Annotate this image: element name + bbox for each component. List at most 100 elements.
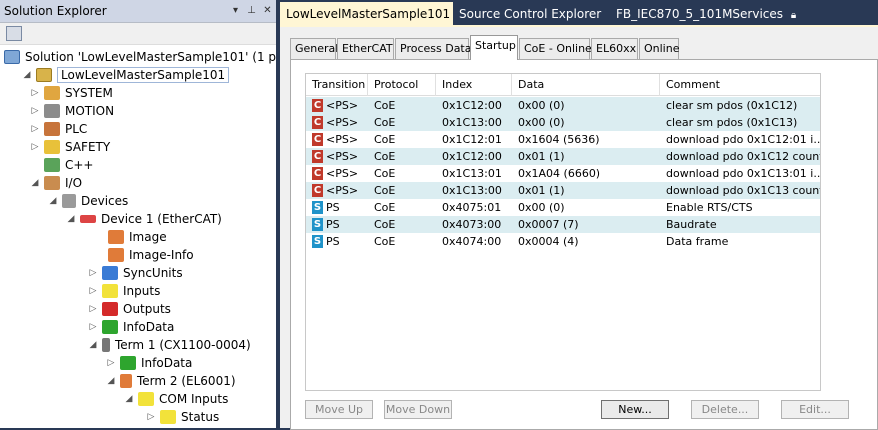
collapsed-arrow-icon[interactable]: ▷ — [88, 286, 98, 296]
tab-ethercat[interactable]: EtherCAT — [337, 38, 394, 59]
tab-startup[interactable]: Startup — [470, 35, 518, 60]
expanded-arrow-icon[interactable]: ◢ — [30, 178, 40, 188]
tree-node-infodata[interactable]: ▷ InfoData — [88, 318, 174, 336]
tab-process-data[interactable]: Process Data — [395, 38, 472, 59]
collapsed-arrow-icon[interactable]: ▷ — [30, 124, 40, 134]
move-up-button[interactable]: Move Up — [305, 400, 373, 419]
tree-node-safety[interactable]: ▷ SAFETY — [30, 138, 110, 156]
tree-node-outputs[interactable]: ▷ Outputs — [88, 300, 171, 318]
terminal-icon — [120, 374, 132, 388]
delete-button[interactable]: Delete... — [691, 400, 759, 419]
expanded-arrow-icon[interactable]: ◢ — [22, 70, 32, 80]
tab-label: General — [295, 42, 339, 55]
cell-index: 0x1C12:01 — [442, 133, 502, 146]
tree-node-com-inputs[interactable]: ◢ COM Inputs — [124, 390, 228, 408]
startup-list[interactable]: Transition Protocol Index Data Comment C… — [305, 73, 821, 391]
tree-node-inputs[interactable]: ▷ Inputs — [88, 282, 160, 300]
collapsed-arrow-icon[interactable]: ▷ — [30, 106, 40, 116]
table-row[interactable]: C <PS> CoE 0x1C13:00 0x01 (1) download pdo 0x… — [306, 182, 820, 199]
new-button[interactable]: New... — [601, 400, 669, 419]
cell-protocol: CoE — [374, 184, 396, 197]
table-row[interactable]: C <PS> CoE 0x1C13:01 0x1A04 (6660) download p… — [306, 165, 820, 182]
table-row[interactable]: C <PS> CoE 0x1C12:00 0x01 (1) download pdo 0x… — [306, 148, 820, 165]
column-header-transition[interactable]: Transition — [306, 74, 368, 96]
cell-data: 0x00 (0) — [518, 99, 565, 112]
tree-node-project[interactable]: ◢ LowLevelMasterSample101 — [22, 66, 230, 84]
table-row[interactable]: C <PS> CoE 0x1C12:01 0x1604 (5636) download p… — [306, 131, 820, 148]
tree-node-cpp[interactable]: C++ — [44, 156, 94, 174]
column-header-protocol[interactable]: Protocol — [368, 74, 436, 96]
tree-node-term1[interactable]: ◢ Term 1 (CX1100-0004) — [88, 336, 251, 354]
tree-node-io[interactable]: ◢ I/O — [30, 174, 82, 192]
column-header-comment[interactable]: Comment — [660, 74, 820, 96]
properties-icon[interactable] — [6, 26, 22, 41]
collapsed-arrow-icon[interactable]: ▷ — [146, 412, 156, 422]
collapsed-arrow-icon[interactable]: ▷ — [88, 322, 98, 332]
expanded-arrow-icon[interactable]: ◢ — [66, 214, 76, 224]
motion-icon — [44, 104, 60, 118]
tree-node-label: Term 2 (EL6001) — [137, 374, 236, 388]
column-header-data[interactable]: Data — [512, 74, 660, 96]
cell-transition: PS — [326, 218, 340, 231]
tree-node-device1[interactable]: ◢ Device 1 (EtherCAT) — [66, 210, 222, 228]
table-row[interactable]: S PS CoE 0x4074:00 0x0004 (4) Data frame — [306, 233, 820, 250]
cell-index: 0x1C12:00 — [442, 150, 502, 163]
collapsed-arrow-icon[interactable]: ▷ — [30, 88, 40, 98]
tree-node-label: Image — [129, 230, 167, 244]
expanded-arrow-icon[interactable]: ◢ — [106, 376, 116, 386]
tree-node-plc[interactable]: ▷ PLC — [30, 120, 87, 138]
tree-node-image[interactable]: Image — [108, 228, 167, 246]
tree-node-system[interactable]: ▷ SYSTEM — [30, 84, 113, 102]
tree-node-motion[interactable]: ▷ MOTION — [30, 102, 114, 120]
expanded-arrow-icon[interactable]: ◢ — [48, 196, 58, 206]
status-icon — [160, 410, 176, 424]
tree-node-term1-infodata[interactable]: ▷ InfoData — [106, 354, 192, 372]
tree-node-solution[interactable]: Solution 'LowLevelMasterSample101' (1 pr… — [4, 48, 315, 66]
tree-node-label: Devices — [81, 194, 129, 208]
syncunits-icon — [102, 266, 118, 280]
table-row[interactable]: S PS CoE 0x4075:01 0x00 (0) Enable RTS/CTS — [306, 199, 820, 216]
tab-general[interactable]: General — [290, 38, 339, 59]
outputs-icon — [102, 302, 118, 316]
doc-tab-lowlevelmaster[interactable]: LowLevelMasterSample101 — [280, 2, 453, 25]
cell-protocol: CoE — [374, 235, 396, 248]
tree-node-term2[interactable]: ◢ Term 2 (EL6001) — [106, 372, 236, 390]
doc-tab-source-control[interactable]: Source Control Explorer — [453, 2, 601, 25]
collapsed-arrow-icon[interactable]: ▷ — [88, 268, 98, 278]
move-down-button[interactable]: Move Down — [384, 400, 452, 419]
safety-icon — [44, 140, 60, 154]
cell-data: 0x01 (1) — [518, 150, 565, 163]
cell-index: 0x4074:00 — [442, 235, 502, 248]
table-row[interactable]: C <PS> CoE 0x1C12:00 0x00 (0) clear sm pdos (… — [306, 97, 820, 114]
collapsed-arrow-icon[interactable]: ▷ — [88, 304, 98, 314]
collapsed-arrow-icon[interactable]: ▷ — [106, 358, 116, 368]
tree-node-devices[interactable]: ◢ Devices — [48, 192, 128, 210]
table-row[interactable]: C <PS> CoE 0x1C13:00 0x00 (0) clear sm pdos (… — [306, 114, 820, 131]
tree-node-status[interactable]: ▷ Status — [146, 408, 219, 426]
tree-node-label: SAFETY — [65, 140, 111, 154]
window-position-icon[interactable]: ▾ — [229, 3, 242, 18]
close-icon[interactable]: ✕ — [261, 3, 274, 18]
solution-explorer-title: Solution Explorer — [4, 4, 107, 18]
tab-online[interactable]: Online — [639, 38, 679, 59]
doc-tab-fb-iec870[interactable]: FB_IEC870_5_101MServices 🔒︎ — [610, 2, 810, 25]
device-editor: General EtherCAT Process Data Startup Co… — [280, 25, 878, 430]
tab-el60xx[interactable]: EL60xx — [591, 38, 638, 59]
expanded-arrow-icon[interactable]: ◢ — [124, 394, 134, 404]
document-tabs: LowLevelMasterSample101 Source Control E… — [280, 0, 878, 25]
collapsed-arrow-icon[interactable]: ▷ — [30, 142, 40, 152]
tree-node-label: MOTION — [65, 104, 115, 118]
cell-data: 0x0007 (7) — [518, 218, 579, 231]
tree-node-syncunits[interactable]: ▷ SyncUnits — [88, 264, 183, 282]
tree-node-image-info[interactable]: Image-Info — [108, 246, 194, 264]
edit-button[interactable]: Edit... — [781, 400, 849, 419]
tab-label: Online — [644, 42, 680, 55]
tab-coe-online[interactable]: CoE - Online — [519, 38, 592, 59]
expanded-arrow-icon[interactable]: ◢ — [88, 340, 98, 350]
inputs-icon — [102, 284, 118, 298]
table-row[interactable]: S PS CoE 0x4073:00 0x0007 (7) Baudrate — [306, 216, 820, 233]
cell-transition: <PS> — [326, 184, 359, 197]
column-header-index[interactable]: Index — [436, 74, 512, 96]
pin-icon[interactable]: ⊥ — [245, 3, 258, 18]
cell-comment: download pdo 0x1C13:01 i... — [666, 167, 820, 180]
